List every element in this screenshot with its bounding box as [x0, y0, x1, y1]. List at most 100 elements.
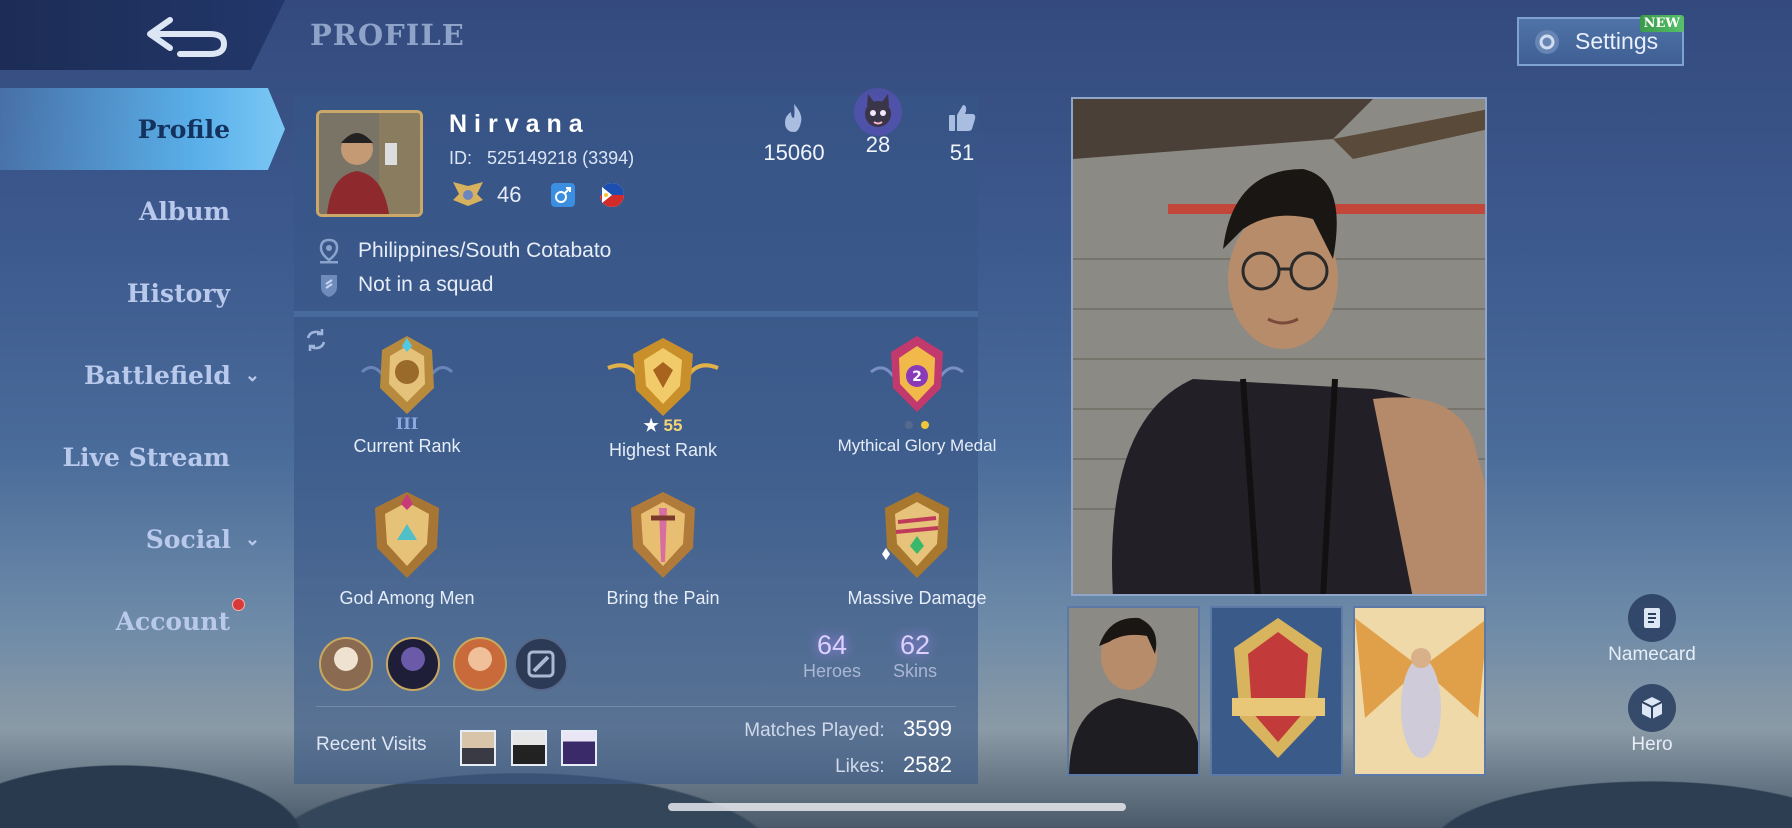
sidebar-item-label: Social	[145, 524, 231, 554]
album-thumbnail[interactable]	[1067, 606, 1200, 776]
hero-art-thumbnail-image	[1355, 608, 1484, 774]
sidebar-item-label: Battlefield	[84, 360, 231, 390]
settings-label: Settings	[1575, 28, 1659, 54]
current-rank-emblem-icon: III	[360, 336, 454, 432]
edit-icon	[527, 650, 555, 678]
badge-mythical-glory-medal[interactable]: 2 Mythical Glory Medal	[807, 332, 1027, 456]
matches-played-label: Matches Played:	[744, 720, 885, 741]
back-button[interactable]	[140, 10, 230, 60]
highest-rank-stars: ★ 55	[553, 416, 773, 436]
recent-visitor-avatar[interactable]	[561, 730, 597, 766]
namecard-icon	[1644, 608, 1660, 628]
profile-panel: Nirvana ID: 525149218 (3394) 46 15060 28…	[294, 88, 996, 784]
badge-god-among-men[interactable]: God Among Men	[297, 488, 517, 609]
sidebar-item-label: Profile	[137, 114, 230, 144]
player-id-label: ID:	[449, 148, 473, 168]
squad-shield-icon	[321, 275, 337, 297]
heroes-count-label: Heroes	[802, 661, 862, 681]
edit-heroes-button[interactable]	[514, 637, 568, 691]
emblem-thumbnail-image	[1212, 608, 1341, 774]
sidebar-item-history[interactable]: History	[0, 252, 285, 334]
bring-the-pain-medal-icon	[631, 492, 695, 578]
sidebar-item-label: Live Stream	[62, 442, 230, 472]
sidebar: Profile Album History Battlefield ⌄ Live…	[0, 88, 285, 662]
player-level: 46	[497, 182, 522, 207]
total-likes-label: Likes:	[835, 756, 885, 777]
massive-damage-medal-icon	[882, 492, 949, 578]
badge-label: Highest Rank	[608, 440, 718, 460]
badge-bring-the-pain[interactable]: Bring the Pain	[553, 488, 773, 609]
svg-text:III: III	[396, 414, 418, 432]
player-name: Nirvana	[449, 110, 590, 138]
sidebar-item-album[interactable]: Album	[0, 170, 285, 252]
namecard-icon-wrap	[1628, 594, 1676, 642]
heroes-count-value: 64	[816, 630, 848, 660]
badge-label: Massive Damage	[847, 588, 987, 608]
charm-stat[interactable]: 28	[848, 88, 908, 166]
sidebar-item-live-stream[interactable]: Live Stream	[0, 416, 285, 498]
popularity-stat[interactable]: 15060	[763, 102, 825, 166]
player-id-value: 525149218 (3394)	[487, 148, 635, 168]
skins-count-value: 62	[899, 630, 931, 660]
likes-value: 51	[949, 140, 975, 165]
profile-photo-image	[1073, 99, 1485, 594]
thumbs-up-icon	[949, 105, 976, 131]
svg-text:2: 2	[912, 369, 922, 385]
level-wings-icon	[453, 182, 483, 206]
favorite-hero-avatar[interactable]	[386, 637, 440, 691]
home-indicator	[668, 803, 1126, 811]
badge-label: Bring the Pain	[606, 588, 720, 608]
player-stats: 15060 28 51	[763, 88, 992, 166]
avatar[interactable]	[316, 110, 423, 217]
hero-button[interactable]: Hero	[1604, 684, 1700, 756]
badge-current-rank[interactable]: III Current Rank	[297, 332, 517, 457]
popularity-value: 15060	[763, 140, 825, 165]
badge-highest-rank[interactable]: ★ 55 Highest Rank	[553, 332, 773, 461]
sidebar-item-battlefield[interactable]: Battlefield ⌄	[0, 334, 285, 416]
god-among-men-medal-icon	[375, 492, 439, 578]
album-thumbnail[interactable]	[1210, 606, 1343, 776]
footer-divider	[316, 706, 956, 707]
male-icon	[551, 183, 576, 207]
recent-visits-label: Recent Visits	[316, 734, 427, 755]
badge-label: Current Rank	[353, 436, 461, 456]
panel-divider	[294, 311, 978, 317]
sidebar-item-social[interactable]: Social ⌄	[0, 498, 285, 580]
skins-count-label: Skins	[892, 661, 937, 681]
matches-played-value: 3599	[903, 716, 952, 741]
match-stats: Matches Played: 3599 Likes: 2582	[744, 716, 952, 788]
highest-rank-star-count: 55	[663, 416, 683, 435]
chevron-down-icon: ⌄	[244, 364, 260, 386]
fire-icon	[785, 104, 802, 132]
charm-value: 28	[865, 132, 891, 157]
gear-icon	[1535, 29, 1559, 54]
squad-row: Not in a squad	[318, 272, 493, 298]
star-icon: ★	[643, 416, 659, 435]
favorite-hero-avatar[interactable]	[453, 637, 507, 691]
heroes-count[interactable]: 64 Heroes	[797, 630, 867, 682]
hero-icon-wrap	[1628, 684, 1676, 732]
sidebar-item-profile[interactable]: Profile	[0, 88, 285, 170]
settings-button[interactable]: Settings NEW	[1517, 15, 1684, 66]
recent-visitor-avatar[interactable]	[460, 730, 496, 766]
philippines-flag-icon	[600, 183, 625, 207]
total-likes-value: 2582	[903, 752, 952, 777]
location-pin-icon	[319, 238, 339, 264]
favorite-hero-avatar[interactable]	[319, 637, 373, 691]
hero-label: Hero	[1631, 734, 1673, 755]
skins-count[interactable]: 62 Skins	[880, 630, 950, 682]
namecard-button[interactable]: Namecard	[1604, 594, 1700, 666]
location-row: Philippines/South Cotabato	[318, 238, 611, 264]
recent-visitor-avatar[interactable]	[511, 730, 547, 766]
location-text: Philippines/South Cotabato	[358, 239, 612, 262]
page-title: PROFILE	[310, 18, 465, 52]
sidebar-item-account[interactable]: Account	[0, 580, 285, 662]
notification-dot	[232, 598, 245, 611]
namecard-label: Namecard	[1608, 644, 1696, 665]
profile-photo[interactable]	[1071, 97, 1487, 596]
likes-stat[interactable]: 51	[932, 102, 992, 166]
cube-icon	[1641, 697, 1663, 719]
album-thumbnail-image	[1069, 608, 1198, 774]
badge-massive-damage[interactable]: Massive Damage	[807, 488, 1027, 609]
album-thumbnail[interactable]	[1353, 606, 1486, 776]
